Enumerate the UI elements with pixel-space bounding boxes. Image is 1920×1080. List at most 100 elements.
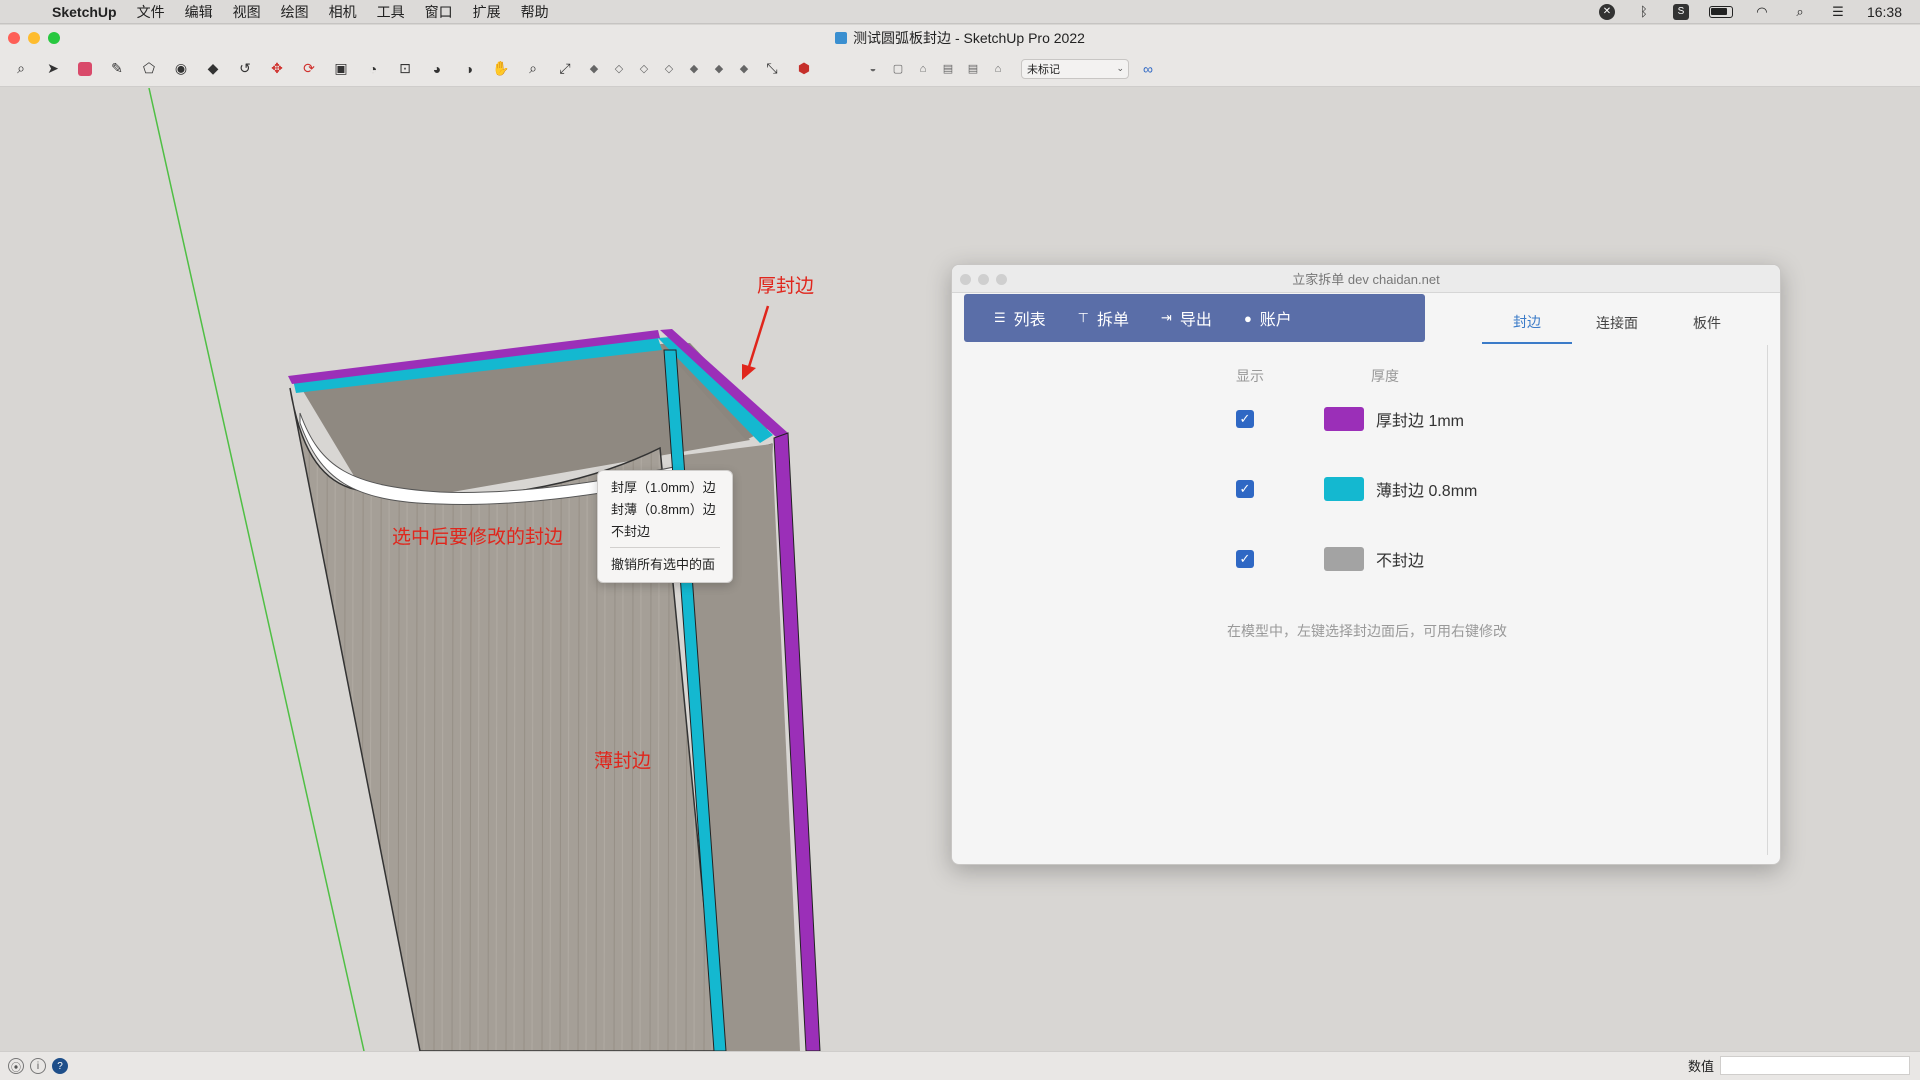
dialog-titlebar: 立家拆单 dev chaidan.net (952, 265, 1780, 293)
nav-list-label: 列表 (1013, 312, 1046, 329)
move-tool-icon[interactable]: ✥ (266, 58, 288, 80)
menu-item-deselect-all[interactable]: 撤销所有选中的面 (598, 554, 732, 576)
plugin-dialog: 立家拆单 dev chaidan.net ☰ 列表 ⊤ 拆单 ⇥ 导出 ● 账户 封边 … (951, 264, 1781, 865)
window-title: 测试圆弧板封边 - SketchUp Pro 2022 (853, 30, 1085, 46)
none-color-swatch[interactable] (1324, 547, 1364, 571)
text-tool-icon[interactable]: ⊡ (394, 58, 416, 80)
thin-color-swatch[interactable] (1324, 477, 1364, 501)
main-toolbar: ⌕ ➤ ✎ ⬠ ◉ ◆ ↺ ✥ ⟳ ▣ ◔ ⊡ ◕ ◑ ✋ ⌕ ⤢ ◆ ◇ ◇ … (0, 51, 1920, 87)
paint-bucket-icon[interactable]: ◕ (426, 58, 448, 80)
wifi-icon[interactable]: ◠ (1753, 4, 1771, 19)
xray-style-icon[interactable]: ◒ (865, 61, 881, 77)
view-bottom-icon[interactable]: ◆ (736, 61, 752, 77)
extension-warehouse-icon[interactable]: ▤ (965, 61, 981, 77)
tab-connect-faces[interactable]: 连接面 (1572, 302, 1662, 344)
menu-extensions[interactable]: 扩展 (473, 2, 501, 22)
thick-color-swatch[interactable] (1324, 407, 1364, 431)
accessibility-icon[interactable]: ✕ (1598, 3, 1615, 20)
nav-split-button[interactable]: ⊤ 拆单 (1078, 306, 1129, 330)
menu-bar: SketchUp 文件 编辑 视图 绘图 相机 工具 窗口 扩展 帮助 ✕ ᛒ … (0, 0, 1920, 24)
menu-item-no-edge[interactable]: 不封边 (598, 521, 732, 543)
context-menu: 封厚（1.0mm）边 封薄（0.8mm）边 不封边 撤销所有选中的面 (597, 470, 733, 583)
measurements-label: 数值 (1687, 1059, 1714, 1074)
minimize-window-button[interactable] (28, 32, 40, 44)
follow-me-tool-icon[interactable]: ↺ (234, 58, 256, 80)
geo-location-icon[interactable]: ⦿ (8, 1058, 24, 1074)
show-thin-checkbox[interactable]: ✓ (1236, 480, 1254, 498)
nav-list-button[interactable]: ☰ 列表 (994, 306, 1046, 330)
spotlight-search-icon[interactable]: ⌕ (1791, 4, 1809, 19)
menu-help[interactable]: 帮助 (521, 2, 549, 22)
help-icon[interactable]: ? (52, 1058, 68, 1074)
battery-icon[interactable] (1708, 5, 1733, 18)
app-status-icon[interactable]: S (1672, 3, 1689, 20)
menu-draw[interactable]: 绘图 (281, 2, 309, 22)
menu-separator (610, 547, 720, 548)
rotate-tool-icon[interactable]: ⟳ (298, 58, 320, 80)
menu-item-thin-edge[interactable]: 封薄（0.8mm）边 (598, 499, 732, 521)
push-pull-tool-icon[interactable]: ◆ (202, 58, 224, 80)
nav-export-button[interactable]: ⇥ 导出 (1161, 306, 1212, 330)
menu-file[interactable]: 文件 (137, 2, 165, 22)
measurements-input[interactable] (1720, 1056, 1910, 1075)
circle-tool-icon[interactable]: ◉ (170, 58, 192, 80)
red-arrow-head (742, 364, 756, 380)
eraser-tool-icon[interactable] (74, 58, 96, 80)
show-thick-checkbox[interactable]: ✓ (1236, 410, 1254, 428)
zoom-window-button[interactable] (48, 32, 60, 44)
menu-window[interactable]: 窗口 (425, 2, 453, 22)
home-view-icon[interactable]: ⌂ (915, 61, 931, 77)
orbit-tool-icon[interactable]: ◑ (458, 58, 480, 80)
menu-edit[interactable]: 编辑 (185, 2, 213, 22)
search-icon[interactable]: ⌕ (10, 58, 32, 80)
section-plane-icon[interactable]: ⤡ (761, 58, 783, 80)
thick-edge-annotation: 厚封边 (757, 276, 815, 297)
tab-boards[interactable]: 板件 (1662, 302, 1752, 344)
show-none-checkbox[interactable]: ✓ (1236, 550, 1254, 568)
polygon-tool-icon[interactable]: ⬠ (138, 58, 160, 80)
bluetooth-icon[interactable]: ᛒ (1635, 4, 1653, 19)
thin-edge-annotation: 薄封边 (594, 751, 652, 772)
view-right-icon[interactable]: ◇ (661, 61, 677, 77)
warehouse-icon[interactable]: ▤ (940, 61, 956, 77)
edge-row-thick: ✓ 厚封边 1mm (1236, 407, 1464, 431)
view-top-icon[interactable]: ◇ (611, 61, 627, 77)
scale-tool-icon[interactable]: ▣ (330, 58, 352, 80)
status-bar: ⦿ i ? 数值 (0, 1051, 1920, 1080)
select-tool-icon[interactable]: ➤ (42, 58, 64, 80)
menu-item-thick-edge[interactable]: 封厚（1.0mm）边 (598, 477, 732, 499)
dialog-tabs: 封边 连接面 板件 (1482, 302, 1752, 344)
sync-icon[interactable]: ∞ (1137, 58, 1159, 80)
close-window-button[interactable] (8, 32, 20, 44)
dialog-zoom-button[interactable] (996, 274, 1007, 285)
dialog-scrollbar[interactable] (1767, 345, 1768, 855)
tab-edge-banding[interactable]: 封边 (1482, 302, 1572, 344)
dialog-minimize-button[interactable] (978, 274, 989, 285)
house-icon[interactable]: ⌂ (990, 61, 1006, 77)
dialog-close-button[interactable] (960, 274, 971, 285)
view-back-icon[interactable]: ◆ (686, 61, 702, 77)
menu-tools[interactable]: 工具 (377, 2, 405, 22)
extension-icon[interactable]: ⬢ (793, 58, 815, 80)
view-front-icon[interactable]: ◇ (636, 61, 652, 77)
view-iso-icon[interactable]: ◆ (586, 61, 602, 77)
menu-view[interactable]: 视图 (233, 2, 261, 22)
chevron-down-icon: ⌄ (1116, 63, 1124, 73)
menu-clock[interactable]: 16:38 (1867, 4, 1902, 20)
tape-measure-icon[interactable]: ◔ (362, 58, 384, 80)
menu-app-name[interactable]: SketchUp (52, 4, 117, 20)
menu-camera[interactable]: 相机 (329, 2, 357, 22)
nav-account-button[interactable]: ● 账户 (1244, 306, 1292, 330)
wireframe-style-icon[interactable]: ▢ (890, 61, 906, 77)
zoom-tool-icon[interactable]: ⌕ (522, 58, 544, 80)
measurements-box: 数值 (1688, 1056, 1910, 1075)
control-center-icon[interactable]: ☰ (1829, 4, 1847, 19)
tag-select[interactable]: 未标记 ⌄ (1021, 58, 1129, 79)
credits-icon[interactable]: i (30, 1058, 46, 1074)
line-tool-icon[interactable]: ✎ (106, 58, 128, 80)
edge-row-thin: ✓ 薄封边 0.8mm (1236, 477, 1477, 501)
window-titlebar: 测试圆弧板封边 - SketchUp Pro 2022 (0, 25, 1920, 51)
view-left-icon[interactable]: ◆ (711, 61, 727, 77)
zoom-extents-icon[interactable]: ⤢ (554, 58, 576, 80)
pan-tool-icon[interactable]: ✋ (490, 58, 512, 80)
